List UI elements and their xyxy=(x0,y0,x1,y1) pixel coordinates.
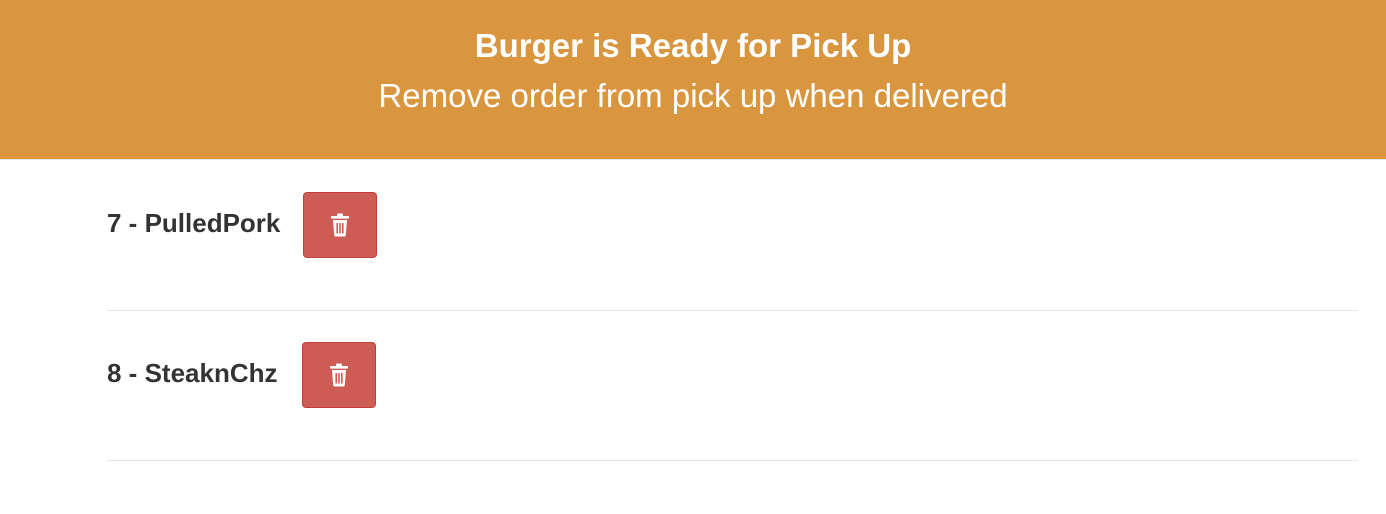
list-item: 7 - PulledPork xyxy=(107,161,1358,311)
order-list: 7 - PulledPork 8 - SteaknChz xyxy=(107,161,1358,461)
trash-icon xyxy=(330,363,348,387)
trash-icon xyxy=(331,213,349,237)
delete-order-button[interactable] xyxy=(302,342,376,408)
pickup-banner: Burger is Ready for Pick Up Remove order… xyxy=(0,0,1386,160)
order-label: 8 - SteaknChz xyxy=(107,358,278,388)
delete-order-button[interactable] xyxy=(303,192,377,258)
banner-subtitle: Remove order from pick up when delivered xyxy=(378,77,1008,114)
list-item: 8 - SteaknChz xyxy=(107,311,1358,461)
order-label: 7 - PulledPork xyxy=(107,208,281,238)
banner-title: Burger is Ready for Pick Up xyxy=(474,27,912,64)
